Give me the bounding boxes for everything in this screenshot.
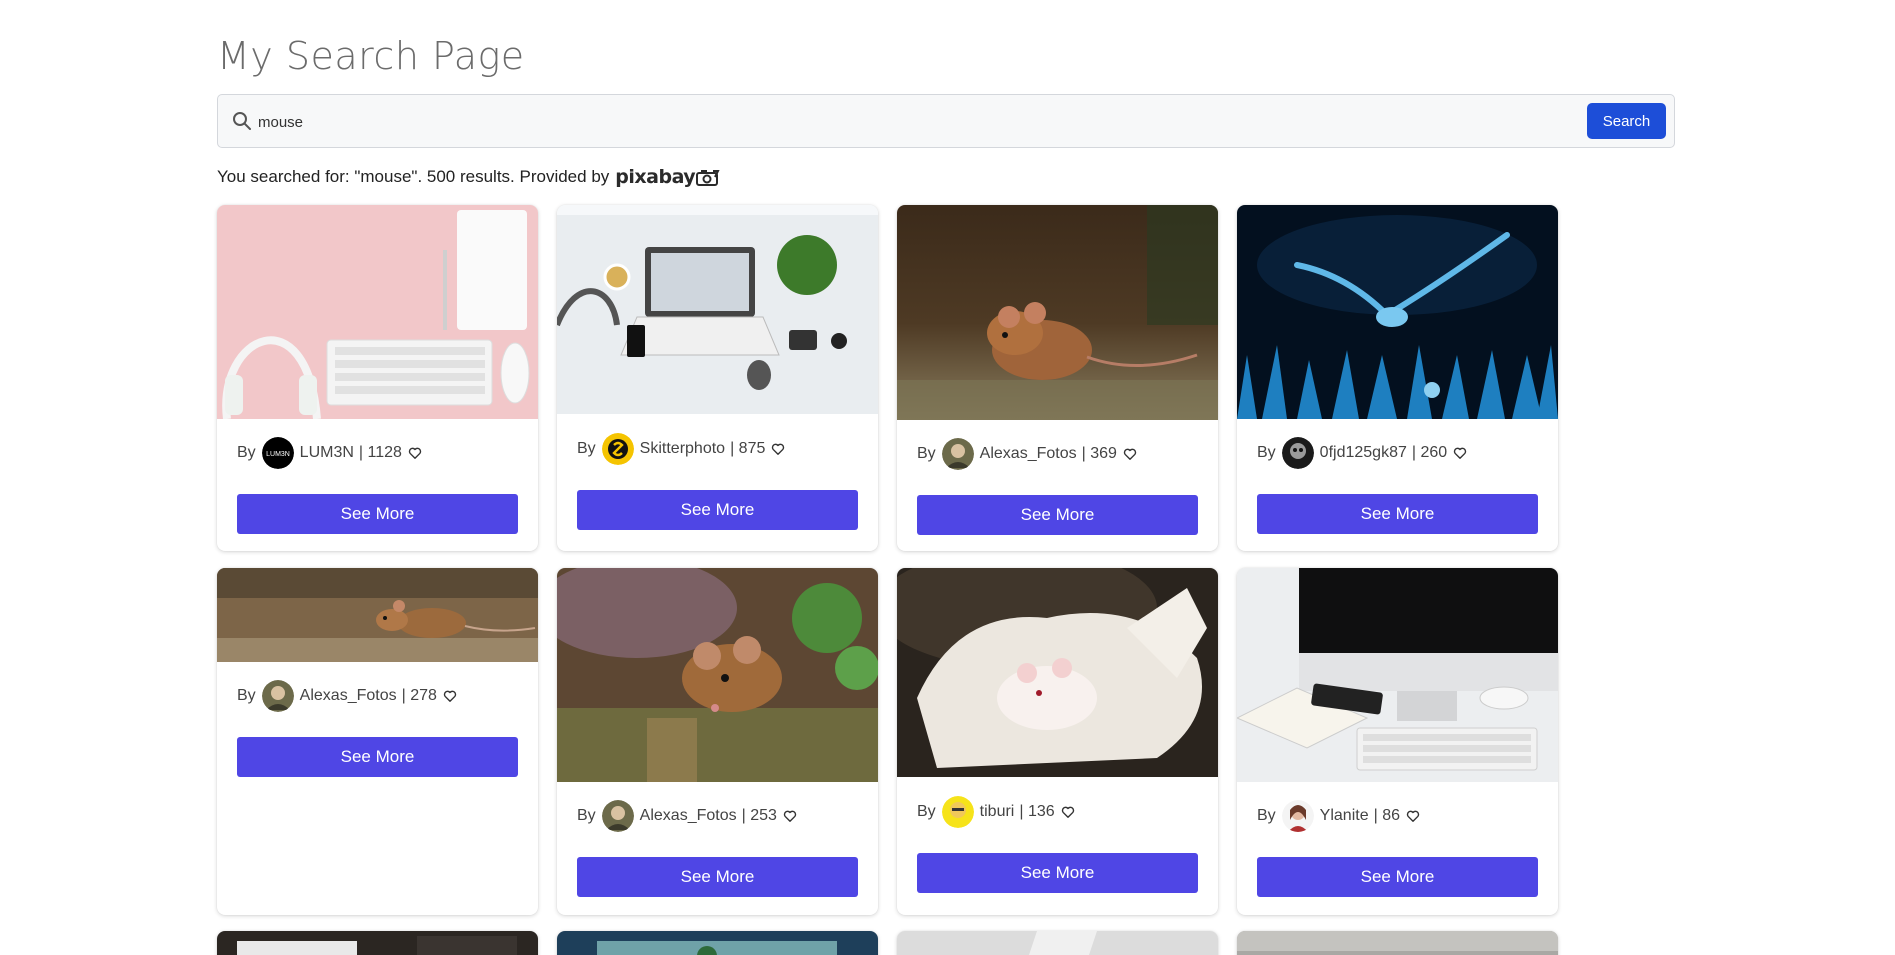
camera-icon <box>696 170 720 186</box>
like-count: | 253 <box>741 807 777 824</box>
result-image[interactable] <box>1237 568 1558 782</box>
author-name[interactable]: LUM3N <box>300 444 354 462</box>
search-icon <box>232 111 252 131</box>
result-card: By Alexas_Fotos | 253 See More <box>557 568 878 915</box>
result-card: By Alexas_Fotos | 278 See More <box>217 568 538 915</box>
see-more-button[interactable]: See More <box>237 737 518 777</box>
see-more-button[interactable]: See More <box>917 853 1198 893</box>
avatar-text: LUM3N <box>266 451 290 458</box>
result-image[interactable] <box>217 931 538 955</box>
result-image[interactable] <box>897 568 1218 777</box>
results-grid: By LUM3N LUM3N | 1128 See More By Skitte… <box>217 205 1558 955</box>
heart-icon[interactable] <box>443 689 457 703</box>
result-card <box>1237 931 1558 955</box>
like-count: | 1128 <box>358 444 402 461</box>
heart-icon[interactable] <box>771 442 785 456</box>
author-name[interactable]: Ylanite <box>1320 807 1369 825</box>
like-count: | 369 <box>1081 445 1117 462</box>
result-image[interactable] <box>557 205 878 414</box>
by-label: By <box>917 445 936 462</box>
result-image[interactable] <box>897 205 1218 420</box>
result-card: By Alexas_Fotos | 369 See More <box>897 205 1218 551</box>
result-card: By LUM3N LUM3N | 1128 See More <box>217 205 538 551</box>
result-card: By Ylanite | 86 See More <box>1237 568 1558 915</box>
card-meta: By Alexas_Fotos | 253 <box>577 799 797 833</box>
see-more-button[interactable]: See More <box>577 490 858 530</box>
results-summary: You searched for: "mouse". 500 results. … <box>217 165 721 189</box>
card-meta: By tiburi | 136 <box>917 795 1075 829</box>
avatar[interactable]: LUM3N <box>261 437 294 469</box>
like-count: | 278 <box>401 687 437 704</box>
card-meta: By Skitterphoto | 875 <box>577 432 785 466</box>
see-more-button[interactable]: See More <box>1257 494 1538 534</box>
by-label: By <box>917 803 936 820</box>
like-count: | 86 <box>1373 807 1400 824</box>
pixabay-logo[interactable]: pixabay <box>615 166 721 188</box>
like-count: | 260 <box>1411 444 1448 461</box>
result-card: By Skitterphoto | 875 See More <box>557 205 878 551</box>
results-text: You searched for: "mouse". 500 results. … <box>217 167 610 186</box>
result-image[interactable] <box>1237 205 1558 419</box>
like-count: | 875 <box>730 440 766 457</box>
result-card <box>557 931 878 955</box>
search-bar: Search <box>217 94 1675 148</box>
heart-icon[interactable] <box>1453 446 1467 460</box>
by-label: By <box>1257 444 1276 461</box>
avatar[interactable] <box>1281 800 1314 832</box>
author-name[interactable]: Alexas_Fotos <box>640 807 737 825</box>
avatar[interactable] <box>601 800 634 832</box>
avatar[interactable] <box>261 680 294 712</box>
result-image[interactable] <box>217 568 538 662</box>
card-meta: By Alexas_Fotos | 278 <box>237 679 457 713</box>
result-image[interactable] <box>217 205 538 419</box>
heart-icon[interactable] <box>1406 809 1420 823</box>
result-card: By 0fjd125gk87 | 260 See More <box>1237 205 1558 551</box>
author-name[interactable]: Alexas_Fotos <box>980 445 1077 463</box>
by-label: By <box>577 440 596 457</box>
avatar[interactable] <box>941 796 974 828</box>
author-name[interactable]: Alexas_Fotos <box>300 687 397 705</box>
card-meta: By Alexas_Fotos | 369 <box>917 437 1137 471</box>
card-meta: By LUM3N LUM3N | 1128 <box>237 436 422 470</box>
card-meta: By 0fjd125gk87 | 260 <box>1257 436 1467 470</box>
avatar[interactable] <box>1281 437 1314 469</box>
author-name[interactable]: Skitterphoto <box>640 440 725 458</box>
card-meta: By Ylanite | 86 <box>1257 799 1420 833</box>
by-label: By <box>237 444 256 461</box>
see-more-button[interactable]: See More <box>237 494 518 534</box>
pixabay-wordmark: pixabay <box>615 166 696 188</box>
heart-icon[interactable] <box>783 809 797 823</box>
see-more-button[interactable]: See More <box>917 495 1198 535</box>
result-image[interactable] <box>897 931 1218 955</box>
result-image[interactable] <box>1237 931 1558 955</box>
by-label: By <box>237 687 256 704</box>
heart-icon[interactable] <box>408 446 422 460</box>
see-more-button[interactable]: See More <box>1257 857 1538 897</box>
avatar[interactable] <box>941 438 974 470</box>
by-label: By <box>577 807 596 824</box>
see-more-button[interactable]: See More <box>577 857 858 897</box>
result-card: By tiburi | 136 See More <box>897 568 1218 915</box>
result-card <box>217 931 538 955</box>
search-input[interactable] <box>258 108 1558 136</box>
result-image[interactable] <box>557 568 878 782</box>
search-button[interactable]: Search <box>1587 103 1666 139</box>
like-count: | 136 <box>1019 803 1055 820</box>
by-label: By <box>1257 807 1276 824</box>
result-image[interactable] <box>557 931 878 955</box>
heart-icon[interactable] <box>1061 805 1075 819</box>
author-name[interactable]: tiburi <box>980 803 1015 821</box>
page-title: My Search Page <box>217 34 525 78</box>
author-name[interactable]: 0fjd125gk87 <box>1320 444 1407 462</box>
result-card <box>897 931 1218 955</box>
avatar[interactable] <box>601 433 634 465</box>
heart-icon[interactable] <box>1123 447 1137 461</box>
